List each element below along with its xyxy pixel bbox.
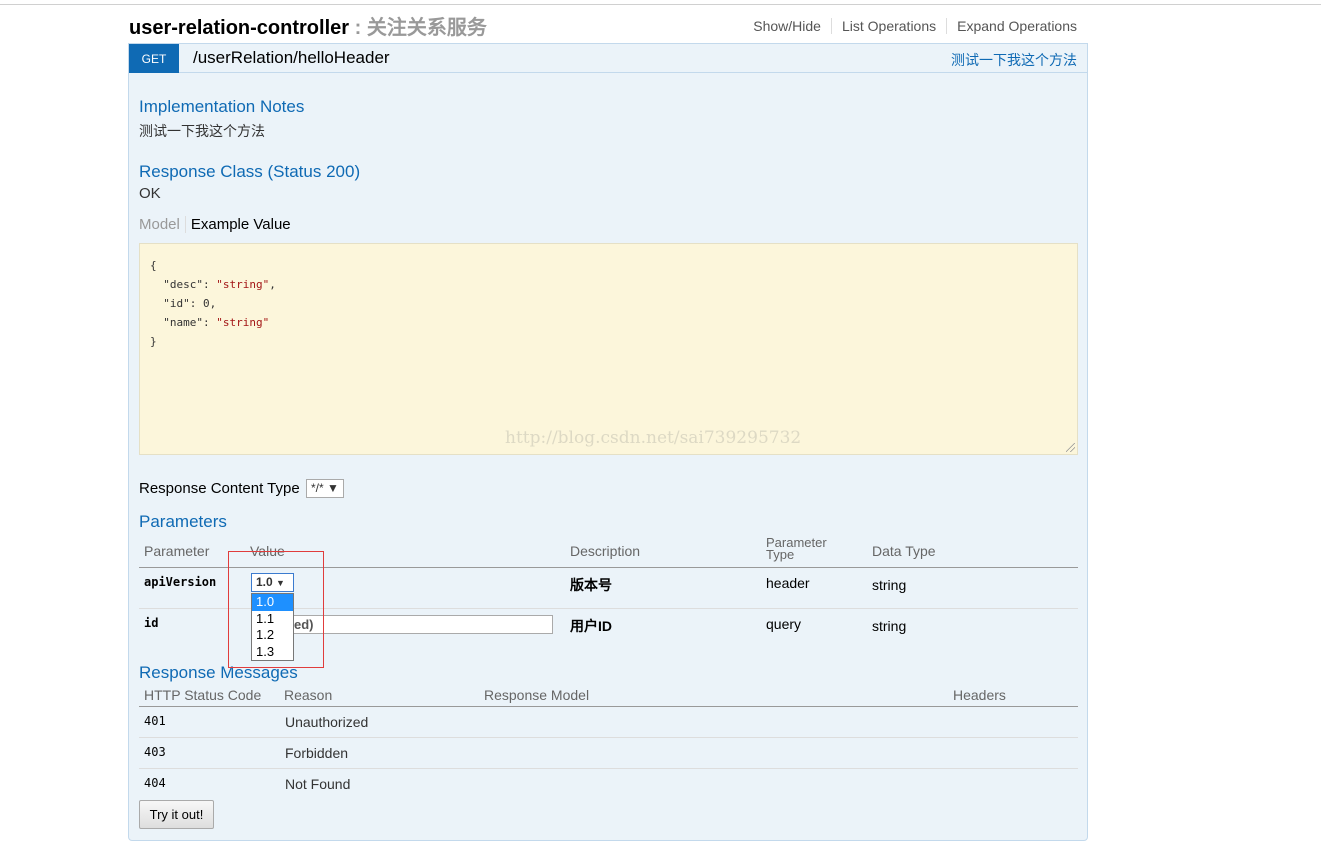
resp-reason: Not Found xyxy=(285,776,351,792)
controller-separator: : xyxy=(349,17,367,39)
try-it-out-button[interactable]: Try it out! xyxy=(139,800,214,829)
resp-row-divider xyxy=(139,768,1078,769)
tab-example-value[interactable]: Example Value xyxy=(186,216,291,233)
param-type-apiversion: header xyxy=(766,575,810,591)
resp-header-reason: Reason xyxy=(284,687,333,703)
example-json: { "desc": "string", "id": 0, "name": "st… xyxy=(150,259,276,348)
param-header-description: Description xyxy=(570,543,641,559)
controller-actions: Show/Hide List Operations Expand Operati… xyxy=(743,18,1077,34)
implementation-notes-text: 测试一下我这个方法 xyxy=(139,123,265,139)
param-description-id: 用户ID xyxy=(570,618,612,634)
tab-model[interactable]: Model xyxy=(139,216,186,233)
operation-panel: GET /userRelation/helloHeader 测试一下我这个方法 … xyxy=(128,43,1088,841)
operation-path[interactable]: /userRelation/helloHeader xyxy=(193,48,390,68)
resp-code: 403 xyxy=(144,745,166,759)
param-description-apiversion: 版本号 xyxy=(570,577,612,593)
example-value-box[interactable]: { "desc": "string", "id": 0, "name": "st… xyxy=(139,243,1078,455)
operation-summary-link[interactable]: 测试一下我这个方法 xyxy=(951,50,1077,70)
controller-description: 关注关系服务 xyxy=(366,17,487,39)
response-content-type-select[interactable]: */* ▼ xyxy=(306,479,344,498)
top-divider xyxy=(0,4,1321,5)
param-header-parameter-type: Parameter Type xyxy=(766,535,827,562)
response-content-type-label: Response Content Type xyxy=(139,480,300,497)
highlight-annotation-box xyxy=(228,551,324,668)
param-datatype-id: string xyxy=(872,618,907,634)
parameters-title: Parameters xyxy=(139,512,227,531)
resp-reason: Forbidden xyxy=(285,745,349,761)
response-class-value: OK xyxy=(139,185,161,202)
http-method-badge[interactable]: GET xyxy=(129,44,179,73)
param-name-id: id xyxy=(144,616,159,630)
resp-header-rule xyxy=(139,706,1078,707)
watermark-text: http://blog.csdn.net/sai739295732 xyxy=(505,428,802,448)
model-tabs: Model Example Value xyxy=(139,216,291,233)
dropdown-arrow-icon: ▼ xyxy=(327,481,339,495)
param-type-id: query xyxy=(766,616,802,632)
resp-header-code: HTTP Status Code xyxy=(144,687,262,703)
param-header-parameter: Parameter xyxy=(144,543,210,559)
resp-reason: Unauthorized xyxy=(285,714,369,730)
param-header-data-type: Data Type xyxy=(872,543,936,559)
resp-header-model: Response Model xyxy=(484,687,590,703)
controller-name[interactable]: user-relation-controller xyxy=(129,17,349,39)
resp-header-headers: Headers xyxy=(953,687,1006,703)
param-name-apiversion: apiVersion xyxy=(144,575,217,589)
expand-operations-link[interactable]: Expand Operations xyxy=(947,18,1077,34)
resp-code: 404 xyxy=(144,776,166,790)
response-class-title: Response Class (Status 200) xyxy=(139,162,361,181)
implementation-notes-title: Implementation Notes xyxy=(139,97,305,116)
resp-row-divider xyxy=(139,737,1078,738)
operation-heading[interactable]: GET /userRelation/helloHeader 测试一下我这个方法 xyxy=(129,44,1087,73)
controller-heading[interactable]: user-relation-controller : 关注关系服务 xyxy=(129,11,487,40)
list-operations-link[interactable]: List Operations xyxy=(832,18,948,34)
param-datatype-apiversion: string xyxy=(872,577,907,593)
show-hide-link[interactable]: Show/Hide xyxy=(743,18,832,34)
resp-code: 401 xyxy=(144,714,166,728)
resize-grip-icon[interactable] xyxy=(1066,443,1075,452)
